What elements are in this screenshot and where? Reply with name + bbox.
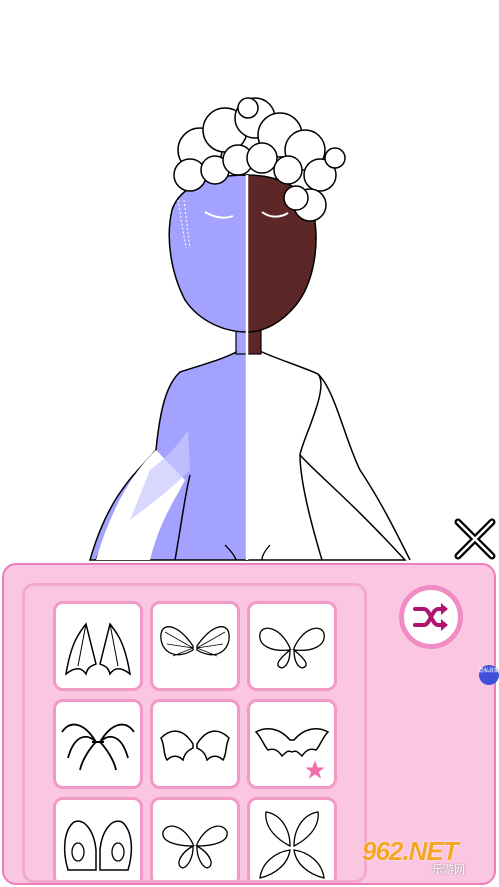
watermark-subtitle: 乐游网: [432, 864, 465, 876]
leaf-wings-icon: [259, 811, 325, 879]
fairy-wings-veined-icon: [259, 627, 325, 669]
wing-option-4[interactable]: [53, 699, 143, 789]
wing-option-2[interactable]: [150, 601, 240, 691]
wing-option-5[interactable]: [150, 699, 240, 789]
head-left-half: [168, 174, 248, 333]
privacy-badge[interactable]: 隐私政策: [479, 665, 499, 685]
shuffle-icon: [413, 603, 448, 631]
moth-wings-icon: [63, 820, 133, 871]
favorite-star-icon: [303, 758, 327, 782]
butterfly-wings-striped-icon: [160, 626, 230, 657]
wing-option-9[interactable]: [247, 797, 337, 880]
bat-wings-tall-icon: [64, 622, 132, 676]
wing-option-8[interactable]: [150, 797, 240, 880]
wing-grid: [22, 583, 367, 883]
wing-option-7[interactable]: [53, 797, 143, 880]
skeletal-bat-wings-icon: [61, 723, 135, 771]
watermark: 962.NET 乐游网: [362, 836, 496, 882]
wing-option-3[interactable]: [247, 601, 337, 691]
dragon-wings-small-icon: [160, 730, 230, 762]
character-preview: [89, 97, 411, 561]
shuffle-button[interactable]: [399, 585, 463, 649]
petal-wings-icon: [162, 825, 228, 869]
game-stage: 隐私政策 962.NET 乐游网: [0, 0, 499, 887]
close-icon[interactable]: [452, 516, 498, 562]
wing-option-1[interactable]: [53, 601, 143, 691]
